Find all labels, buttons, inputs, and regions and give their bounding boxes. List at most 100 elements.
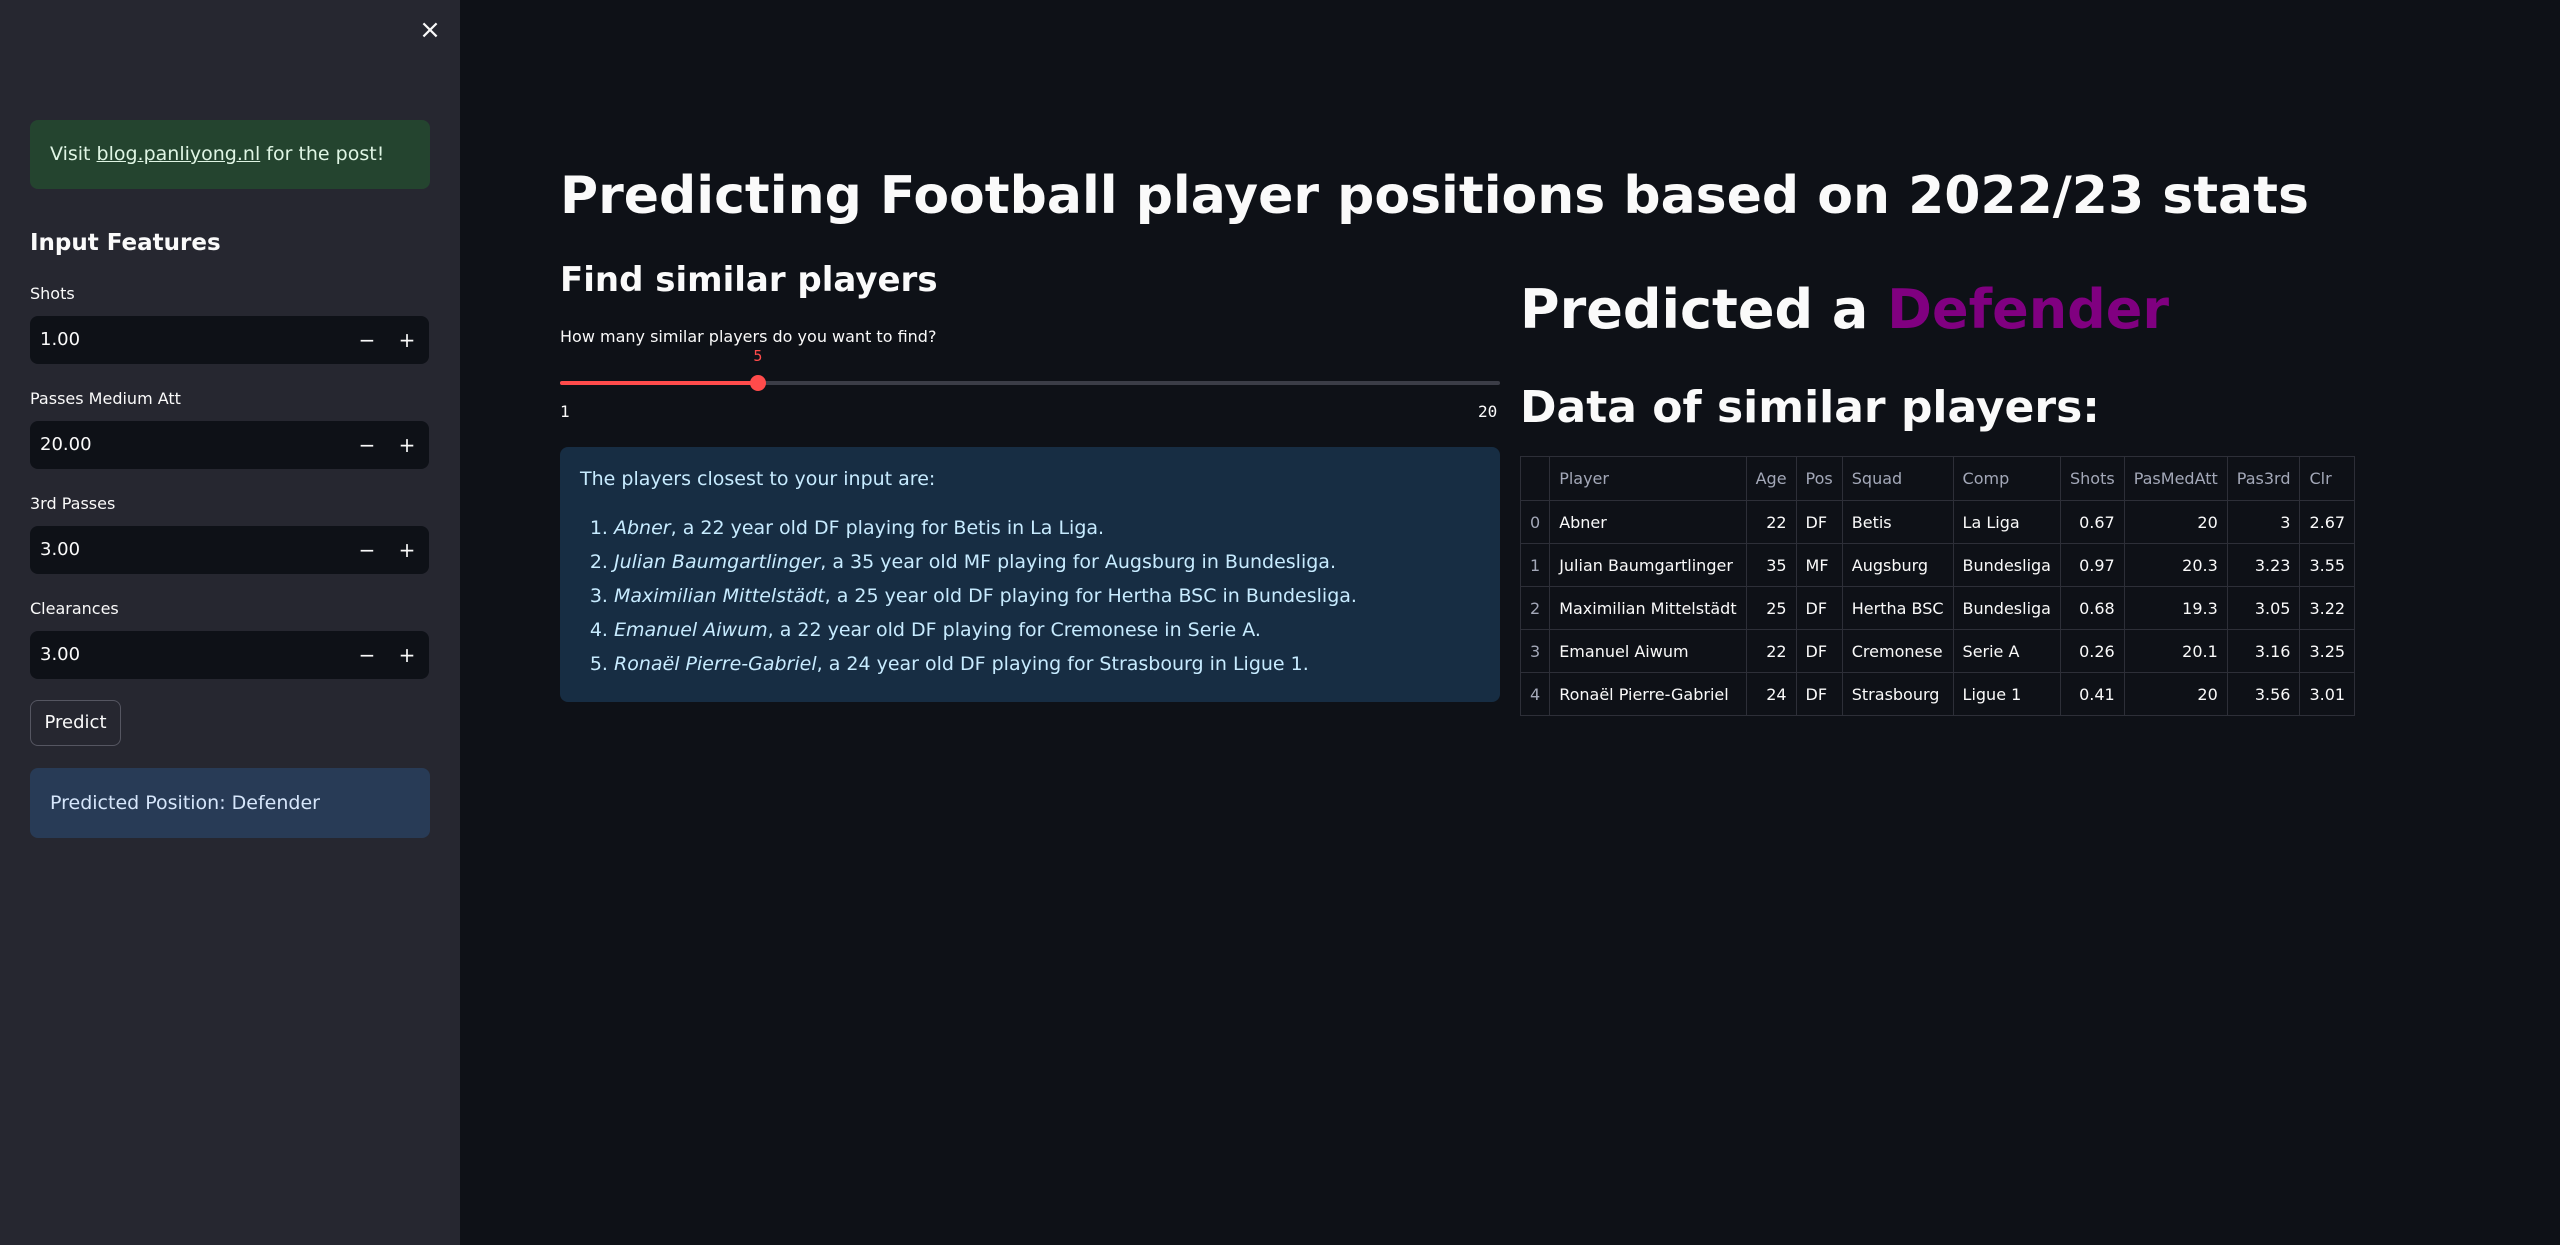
table-cell: Cremonese [1841,629,1954,673]
player-desc: , a 35 year old MF playing for Augsburg … [820,551,1336,573]
player-desc: , a 24 year old DF playing for Strasbour… [816,653,1309,675]
similar-count-slider[interactable]: 5 [560,347,1500,391]
column-header[interactable]: Pos [1795,456,1843,501]
slider-max-label: 20 [1478,402,1498,421]
slider-thumb[interactable] [749,375,766,391]
table-body: 0 Abner 22 DF Betis La Liga 0.67 20 3 2.67 1 Julian… [1519,500,2356,716]
table-cell: 3.23 [2226,543,2301,587]
visit-prefix: Visit [50,143,97,165]
table-row[interactable]: 2 Maximilian Mittelstädt 25 DF Hertha BSC Bun… [1519,586,2356,630]
row-index: 1 [1519,543,1551,587]
list-item: Julian Baumgartlinger, a 35 year old MF … [614,545,1480,579]
row-index: 2 [1519,586,1551,630]
closest-players-list: Abner, a 22 year old DF playing for Beti… [580,511,1480,681]
row-index: 3 [1519,629,1551,673]
table-cell: 3.56 [2226,672,2301,716]
shots-decrement-button[interactable]: − [347,316,387,364]
column-header[interactable] [1519,456,1551,501]
shots-value[interactable]: 1.00 [40,316,80,364]
table-cell: DF [1795,500,1843,544]
table-header: Player Age Pos Squad Comp Shots PasMedAtt Pas3r… [1519,456,2356,501]
column-header[interactable]: Pas3rd [2226,456,2301,501]
table-row[interactable]: 1 Julian Baumgartlinger 35 MF Augsburg Bundes… [1519,543,2356,587]
close-sidebar-icon[interactable]: × [418,16,442,44]
third-passes-increment-button[interactable]: + [387,526,427,574]
passes-medium-att-increment-button[interactable]: + [387,421,427,469]
table-cell: DF [1795,629,1843,673]
passes-medium-att-number-input[interactable]: 20.00 − + [30,421,429,469]
table-cell: 20 [2123,500,2228,544]
clearances-number-input[interactable]: 3.00 − + [30,631,429,679]
table-cell: 3.16 [2226,629,2301,673]
table-cell: 0.26 [2059,629,2125,673]
table-cell: MF [1795,543,1843,587]
table-cell: Augsburg [1841,543,1954,587]
column-header[interactable]: Comp [1952,456,2061,501]
third-passes-decrement-button[interactable]: − [347,526,387,574]
passes-medium-att-decrement-button[interactable]: − [347,421,387,469]
table-cell: 3.25 [2299,629,2356,673]
visit-blog-banner: Visit blog.panliyong.nl for the post! [30,120,430,189]
clearances-increment-button[interactable]: + [387,631,427,679]
column-header[interactable]: Clr [2299,456,2356,501]
column-header[interactable]: Squad [1841,456,1954,501]
table-row[interactable]: 0 Abner 22 DF Betis La Liga 0.67 20 3 2.67 [1519,500,2356,544]
clearances-value[interactable]: 3.00 [40,631,80,679]
predict-button[interactable]: Predict [30,700,121,746]
third-passes-number-input[interactable]: 3.00 − + [30,526,429,574]
third-passes-label: 3rd Passes [30,494,116,513]
table-cell: 35 [1745,543,1797,587]
predicted-position-box: Predicted Position: Defender [30,768,430,838]
table-cell: Serie A [1952,629,2061,673]
table-cell: Maximilian Mittelstädt [1549,586,1747,630]
row-index: 0 [1519,500,1551,544]
list-item: Emanuel Aiwum, a 22 year old DF playing … [614,613,1480,647]
player-name: Maximilian Mittelstädt [614,585,825,607]
slider-current-value: 5 [753,347,763,365]
predicted-position-value: Defender [1887,278,2170,341]
slider-min-label: 1 [560,402,570,421]
slider-label: How many similar players do you want to … [560,327,937,346]
player-desc: , a 22 year old DF playing for Cremonese… [767,619,1261,641]
column-header[interactable]: Player [1549,456,1747,501]
find-similar-heading: Find similar players [560,260,938,300]
list-item: Maximilian Mittelstädt, a 25 year old DF… [614,579,1480,613]
column-header[interactable]: PasMedAtt [2123,456,2228,501]
table-cell: 20.3 [2123,543,2228,587]
table-cell: La Liga [1952,500,2061,544]
blog-link[interactable]: blog.panliyong.nl [97,143,261,165]
table-cell: 19.3 [2123,586,2228,630]
predicted-prefix: Predicted a [1520,278,1888,341]
table-cell: Hertha BSC [1841,586,1954,630]
shots-label: Shots [30,284,75,303]
table-cell: Ronaël Pierre-Gabriel [1549,672,1747,716]
table-row[interactable]: 4 Ronaël Pierre-Gabriel 24 DF Strasbourg Ligu… [1519,672,2356,716]
table-cell: 3 [2226,500,2301,544]
table-cell: Julian Baumgartlinger [1549,543,1747,587]
shots-increment-button[interactable]: + [387,316,427,364]
shots-number-input[interactable]: 1.00 − + [30,316,429,364]
table-header-row: Player Age Pos Squad Comp Shots PasMedAtt Pas3r… [1519,456,2356,501]
table-cell: 3.22 [2299,586,2356,630]
table-cell: 25 [1745,586,1797,630]
column-header[interactable]: Shots [2059,456,2125,501]
player-name: Ronaël Pierre-Gabriel [614,653,817,675]
player-desc: , a 25 year old DF playing for Hertha BS… [824,585,1357,607]
table-cell: 0.68 [2059,586,2125,630]
clearances-decrement-button[interactable]: − [347,631,387,679]
table-cell: Betis [1841,500,1954,544]
passes-medium-att-value[interactable]: 20.00 [40,421,92,469]
slider-fill [560,381,758,385]
player-name: Julian Baumgartlinger [614,551,821,573]
data-heading: Data of similar players: [1520,382,2100,433]
column-header[interactable]: Age [1745,456,1797,501]
table-row[interactable]: 3 Emanuel Aiwum 22 DF Cremonese Serie A 0.26 20… [1519,629,2356,673]
table-cell: 20.1 [2123,629,2228,673]
row-index: 4 [1519,672,1551,716]
page-title: Predicting Football player positions bas… [560,166,2309,226]
third-passes-value[interactable]: 3.00 [40,526,80,574]
table-cell: DF [1795,672,1843,716]
table-cell: 20 [2123,672,2228,716]
list-item: Abner, a 22 year old DF playing for Beti… [614,511,1480,545]
similar-players-table[interactable]: Player Age Pos Squad Comp Shots PasMedAtt Pas3r… [1519,456,2356,716]
